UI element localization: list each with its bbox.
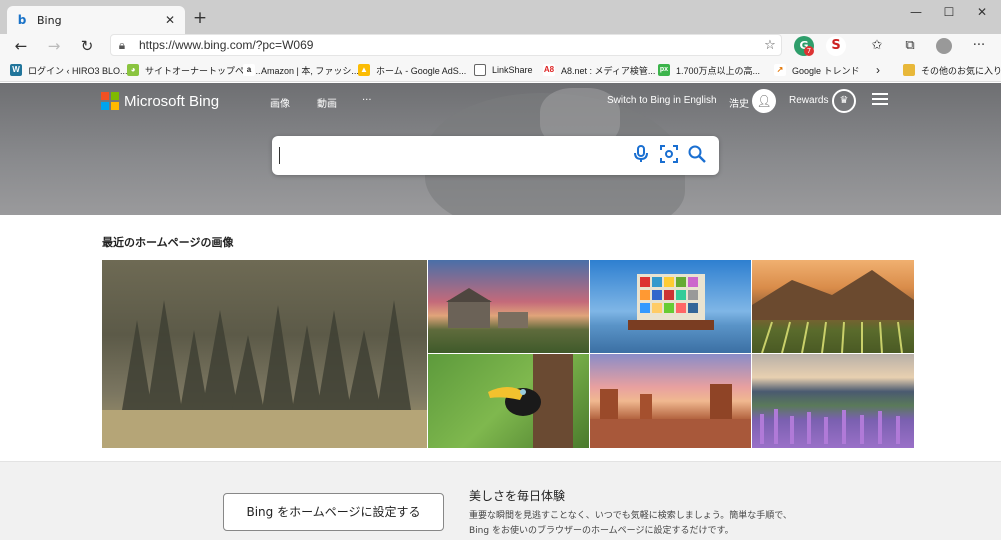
bookmark-item[interactable]: ↗ Google トレンド [774, 64, 860, 76]
back-icon[interactable]: ← [10, 36, 32, 56]
other-favorites-folder[interactable]: その他のお気に入り [903, 64, 1001, 76]
lock-icon[interactable]: 🔒︎ [111, 38, 133, 53]
switch-language-link[interactable]: Switch to Bing in English [607, 95, 717, 106]
brand-text: Microsoft Bing [124, 92, 220, 110]
recent-image-forest[interactable] [102, 260, 427, 448]
url-text[interactable]: https://www.bing.com/?pc=W069 [133, 38, 759, 52]
nav-videos[interactable]: 動画 [317, 95, 337, 110]
bookmark-item[interactable]: ◕ サイトオーナートップペー... [127, 64, 261, 76]
recent-images-title: 最近のホームページの画像 [102, 236, 234, 249]
bookmark-label: Google トレンド [792, 65, 860, 76]
recent-image-vineyard[interactable] [752, 260, 914, 353]
recent-image-lupins[interactable] [752, 354, 914, 448]
rewards-icon[interactable]: ♛ [832, 89, 856, 113]
minimize-icon[interactable]: — [901, 2, 931, 22]
bookmark-label: ホーム - Google AdS... [376, 65, 467, 76]
bing-b-icon: b [17, 13, 27, 27]
a8-icon: A8 [543, 64, 555, 76]
recent-image-toucan[interactable] [428, 354, 589, 448]
close-tab-icon[interactable]: ✕ [163, 13, 177, 27]
collections-icon[interactable]: ⧉ [899, 36, 921, 56]
bookmark-item[interactable]: px 1.700万点以上の高... [658, 64, 760, 76]
bookmark-label: Amazon | 本, ファッシ... [261, 65, 359, 76]
forward-icon[interactable]: → [43, 36, 65, 56]
trends-icon: ↗ [774, 64, 786, 76]
bookmark-label: A8.net : メディア検管... [561, 65, 656, 76]
amazon-icon: a [243, 64, 255, 76]
recent-image-boat[interactable] [590, 260, 751, 353]
homepage-promo: Bing をホームページに設定する 美しさを毎日体験 重要な瞬間を見逃すことなく… [0, 461, 1001, 540]
bookmark-label: その他のお気に入り [921, 65, 1001, 76]
bing-hero: Microsoft Bing 画像 動画 ··· Switch to Bing … [0, 83, 1001, 215]
user-name[interactable]: 浩史 [729, 95, 749, 110]
bookmark-label: 1.700万点以上の高... [676, 65, 761, 76]
tab-title: Bing [37, 13, 62, 27]
owl-icon: ◕ [127, 64, 139, 76]
nav-more[interactable]: ··· [362, 95, 372, 106]
nav-images[interactable]: 画像 [270, 95, 290, 110]
search-icon[interactable] [686, 145, 708, 167]
recent-image-farmhouse[interactable] [428, 260, 589, 353]
browser-tab[interactable]: b Bing ✕ [7, 6, 185, 34]
google-ads-icon: ▲ [358, 64, 370, 76]
search-box[interactable] [272, 136, 719, 175]
favorites-icon[interactable]: ✩ [866, 36, 888, 56]
hamburger-menu-icon[interactable] [872, 93, 888, 105]
bookmark-label: ログイン ‹ HIRO3 BLO... [28, 65, 128, 76]
new-tab-button[interactable]: + [190, 8, 210, 28]
more-menu-icon[interactable]: ··· [968, 36, 990, 56]
recent-image-canyon[interactable] [590, 354, 751, 448]
promo-description: 重要な瞬間を見逃すことなく、いつでも気軽に検索しましょう。簡単な手順で、Bing… [469, 511, 792, 536]
close-window-icon[interactable]: ✕ [967, 2, 997, 22]
promo-title: 美しさを毎日体験 [469, 489, 566, 503]
s-extension-icon[interactable]: S [826, 36, 846, 56]
extension-badge: 7 [804, 46, 814, 56]
address-bar[interactable]: 🔒︎ https://www.bing.com/?pc=W069 ☆ [110, 34, 782, 56]
folder-icon [903, 64, 915, 76]
bookmarks-bar: W ログイン ‹ HIRO3 BLO... ◕ サイトオーナートップペー... aA… [0, 58, 1001, 82]
tab-bar: b Bing ✕ + — ☐ ✕ [0, 0, 1001, 34]
bookmark-item[interactable]: W ログイン ‹ HIRO3 BLO... [10, 64, 128, 76]
profile-icon[interactable] [933, 36, 955, 56]
bookmark-label: LinkShare [492, 65, 533, 75]
bookmark-item[interactable]: LinkShare [474, 64, 533, 76]
toolbar: ← → ↻ 🔒︎ https://www.bing.com/?pc=W069 ☆… [0, 34, 1001, 58]
avatar[interactable]: 👤︎ [752, 89, 776, 113]
px-icon: px [658, 64, 670, 76]
microsoft-logo-icon [101, 92, 119, 110]
page-icon [474, 64, 486, 76]
bing-logo[interactable]: Microsoft Bing [101, 92, 219, 110]
visual-search-icon[interactable] [658, 145, 680, 167]
favorite-star-icon[interactable]: ☆ [759, 38, 781, 53]
microphone-icon[interactable] [630, 145, 652, 167]
set-homepage-button[interactable]: Bing をホームページに設定する [223, 493, 444, 531]
bookmark-item[interactable]: a Amazon | 本, ファッシ... [243, 64, 359, 76]
bookmark-item[interactable]: A8 A8.net : メディア検管... [543, 64, 655, 76]
rewards-link[interactable]: Rewards [789, 95, 828, 106]
bookmark-item[interactable]: ▲ ホーム - Google AdS... [358, 64, 466, 76]
maximize-icon[interactable]: ☐ [934, 2, 964, 22]
search-input[interactable] [279, 147, 280, 164]
bookmarks-overflow-icon[interactable]: › [876, 63, 880, 77]
refresh-icon[interactable]: ↻ [76, 36, 98, 56]
wordpress-icon: W [10, 64, 22, 76]
